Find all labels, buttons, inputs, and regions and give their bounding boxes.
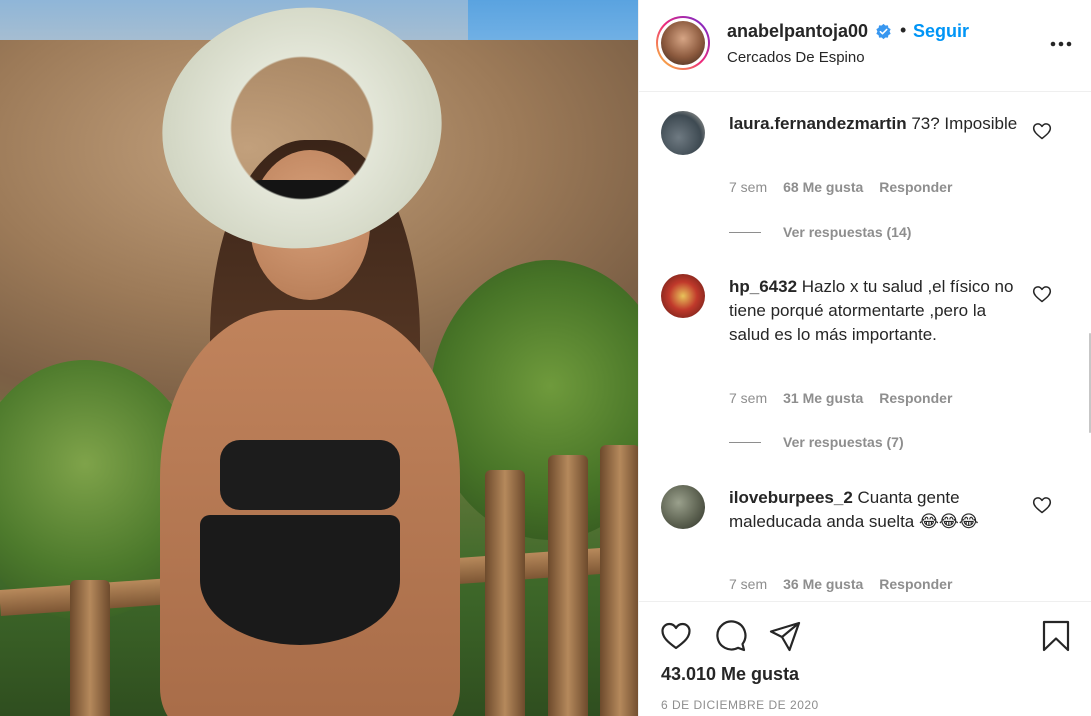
post-location[interactable]: Cercados De Espino <box>727 49 865 66</box>
comment-bubble-icon[interactable] <box>714 619 748 653</box>
comment-body: iloveburpees_2 Cuanta gente maleducada a… <box>729 486 1019 534</box>
reply-button[interactable]: Responder <box>879 179 952 195</box>
save-bookmark-icon[interactable] <box>1039 619 1073 653</box>
post-header: anabelpantoja00 • Seguir Cercados De Esp… <box>639 0 1091 92</box>
more-options-icon[interactable] <box>1047 30 1075 58</box>
comment-meta: 7 sem 36 Me gusta Responder <box>729 576 952 592</box>
photo-fence-post <box>485 470 525 716</box>
comment-time: 7 sem <box>729 390 768 406</box>
replies-divider-line <box>729 231 761 233</box>
commenter-username[interactable]: iloveburpees_2 <box>729 488 853 507</box>
separator-dot: • <box>900 20 907 40</box>
post-side-panel: anabelpantoja00 • Seguir Cercados De Esp… <box>638 0 1091 716</box>
comment-text: 73? Imposible <box>911 114 1018 133</box>
verified-badge-icon <box>876 23 891 40</box>
view-replies-label: Ver respuestas (14) <box>783 224 912 240</box>
comment-like-heart-icon[interactable] <box>1032 495 1052 515</box>
comment-body: laura.fernandezmartin 73? Imposible <box>729 112 1019 136</box>
post-likes-count[interactable]: 43.010 Me gusta <box>661 664 799 685</box>
comment-time: 7 sem <box>729 179 768 195</box>
photo-swimsuit-top <box>220 440 400 510</box>
comment-time: 7 sem <box>729 576 768 592</box>
photo-fence-post <box>70 580 110 716</box>
replies-divider-line <box>729 441 761 443</box>
comment-likes[interactable]: 31 Me gusta <box>783 390 863 406</box>
share-send-icon[interactable] <box>768 619 802 653</box>
comment-emojis: 😂😂😂 <box>918 512 979 531</box>
author-avatar-image <box>661 21 705 65</box>
post-actions: 43.010 Me gusta 6 DE DICIEMBRE DE 2020 <box>639 601 1091 716</box>
commenter-username[interactable]: laura.fernandezmartin <box>729 114 907 133</box>
comment-meta: 7 sem 68 Me gusta Responder <box>729 179 952 195</box>
author-avatar[interactable] <box>656 16 710 70</box>
commenter-avatar[interactable] <box>661 274 705 318</box>
follow-button[interactable]: Seguir <box>913 21 969 42</box>
comments-list[interactable]: laura.fernandezmartin 73? Imposible 7 se… <box>639 93 1091 601</box>
comment-body: hp_6432 Hazlo x tu salud ,el físico no t… <box>729 275 1019 347</box>
like-heart-icon[interactable] <box>659 619 693 653</box>
photo-fence-post <box>600 445 638 716</box>
reply-button[interactable]: Responder <box>879 390 952 406</box>
photo-body <box>160 310 460 716</box>
comment-likes[interactable]: 36 Me gusta <box>783 576 863 592</box>
commenter-avatar[interactable] <box>661 485 705 529</box>
view-replies-button[interactable]: Ver respuestas (14) <box>729 224 911 240</box>
post-photo[interactable] <box>0 0 638 716</box>
comment-like-heart-icon[interactable] <box>1032 284 1052 304</box>
commenter-username[interactable]: hp_6432 <box>729 277 797 296</box>
commenter-avatar[interactable] <box>661 111 705 155</box>
photo-swimsuit-bottom <box>200 515 400 645</box>
post-date[interactable]: 6 DE DICIEMBRE DE 2020 <box>661 698 819 712</box>
comment-like-heart-icon[interactable] <box>1032 121 1052 141</box>
comment-meta: 7 sem 31 Me gusta Responder <box>729 390 952 406</box>
author-username[interactable]: anabelpantoja00 <box>727 21 868 42</box>
reply-button[interactable]: Responder <box>879 576 952 592</box>
view-replies-button[interactable]: Ver respuestas (7) <box>729 434 904 450</box>
view-replies-label: Ver respuestas (7) <box>783 434 904 450</box>
photo-fence-post <box>548 455 588 716</box>
comment-likes[interactable]: 68 Me gusta <box>783 179 863 195</box>
photo-person <box>140 0 480 716</box>
